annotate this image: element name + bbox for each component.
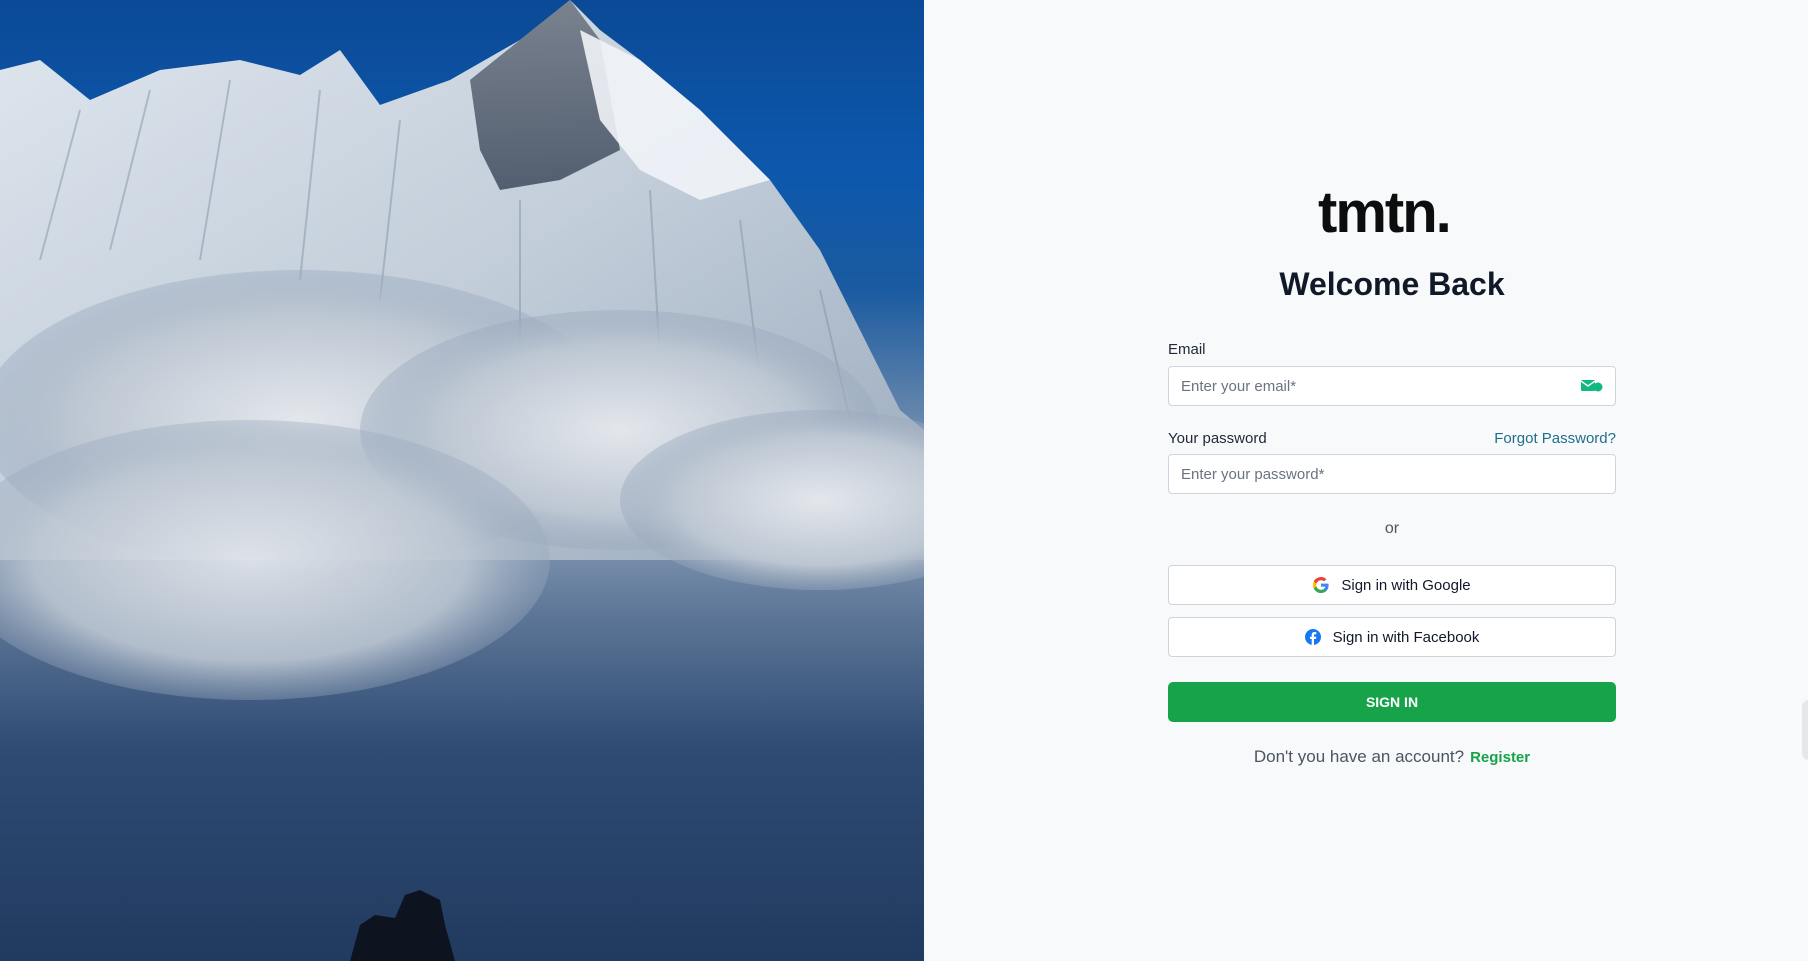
hero-image <box>0 0 924 961</box>
or-divider: or <box>1384 520 1400 537</box>
google-icon <box>1313 577 1329 593</box>
password-label: Your password <box>1168 430 1267 447</box>
forgot-password-link[interactable]: Forgot Password? <box>1494 430 1616 447</box>
google-signin-label: Sign in with Google <box>1341 576 1471 594</box>
google-signin-button[interactable]: Sign in with Google <box>1168 565 1616 605</box>
sign-in-button[interactable]: SIGN IN <box>1168 682 1616 722</box>
brand-logo: tmtn. <box>1318 180 1452 245</box>
register-link[interactable]: Register <box>1470 749 1530 766</box>
email-label: Email <box>1168 341 1206 358</box>
password-field[interactable] <box>1168 454 1616 494</box>
mail-icon <box>1581 380 1603 392</box>
email-field[interactable] <box>1168 366 1616 406</box>
scroll-edge <box>1802 700 1808 760</box>
facebook-icon <box>1304 629 1321 645</box>
facebook-signin-button[interactable]: Sign in with Facebook <box>1168 617 1616 657</box>
page-title: Welcome Back <box>1279 266 1505 302</box>
register-prompt: Don't you have an account? Register <box>1168 747 1616 767</box>
facebook-signin-label: Sign in with Facebook <box>1332 628 1480 646</box>
email-input[interactable] <box>1181 377 1581 395</box>
mountain-illustration <box>0 0 924 961</box>
password-input[interactable] <box>1181 465 1603 483</box>
register-prompt-text: Don't you have an account? <box>1253 747 1465 766</box>
